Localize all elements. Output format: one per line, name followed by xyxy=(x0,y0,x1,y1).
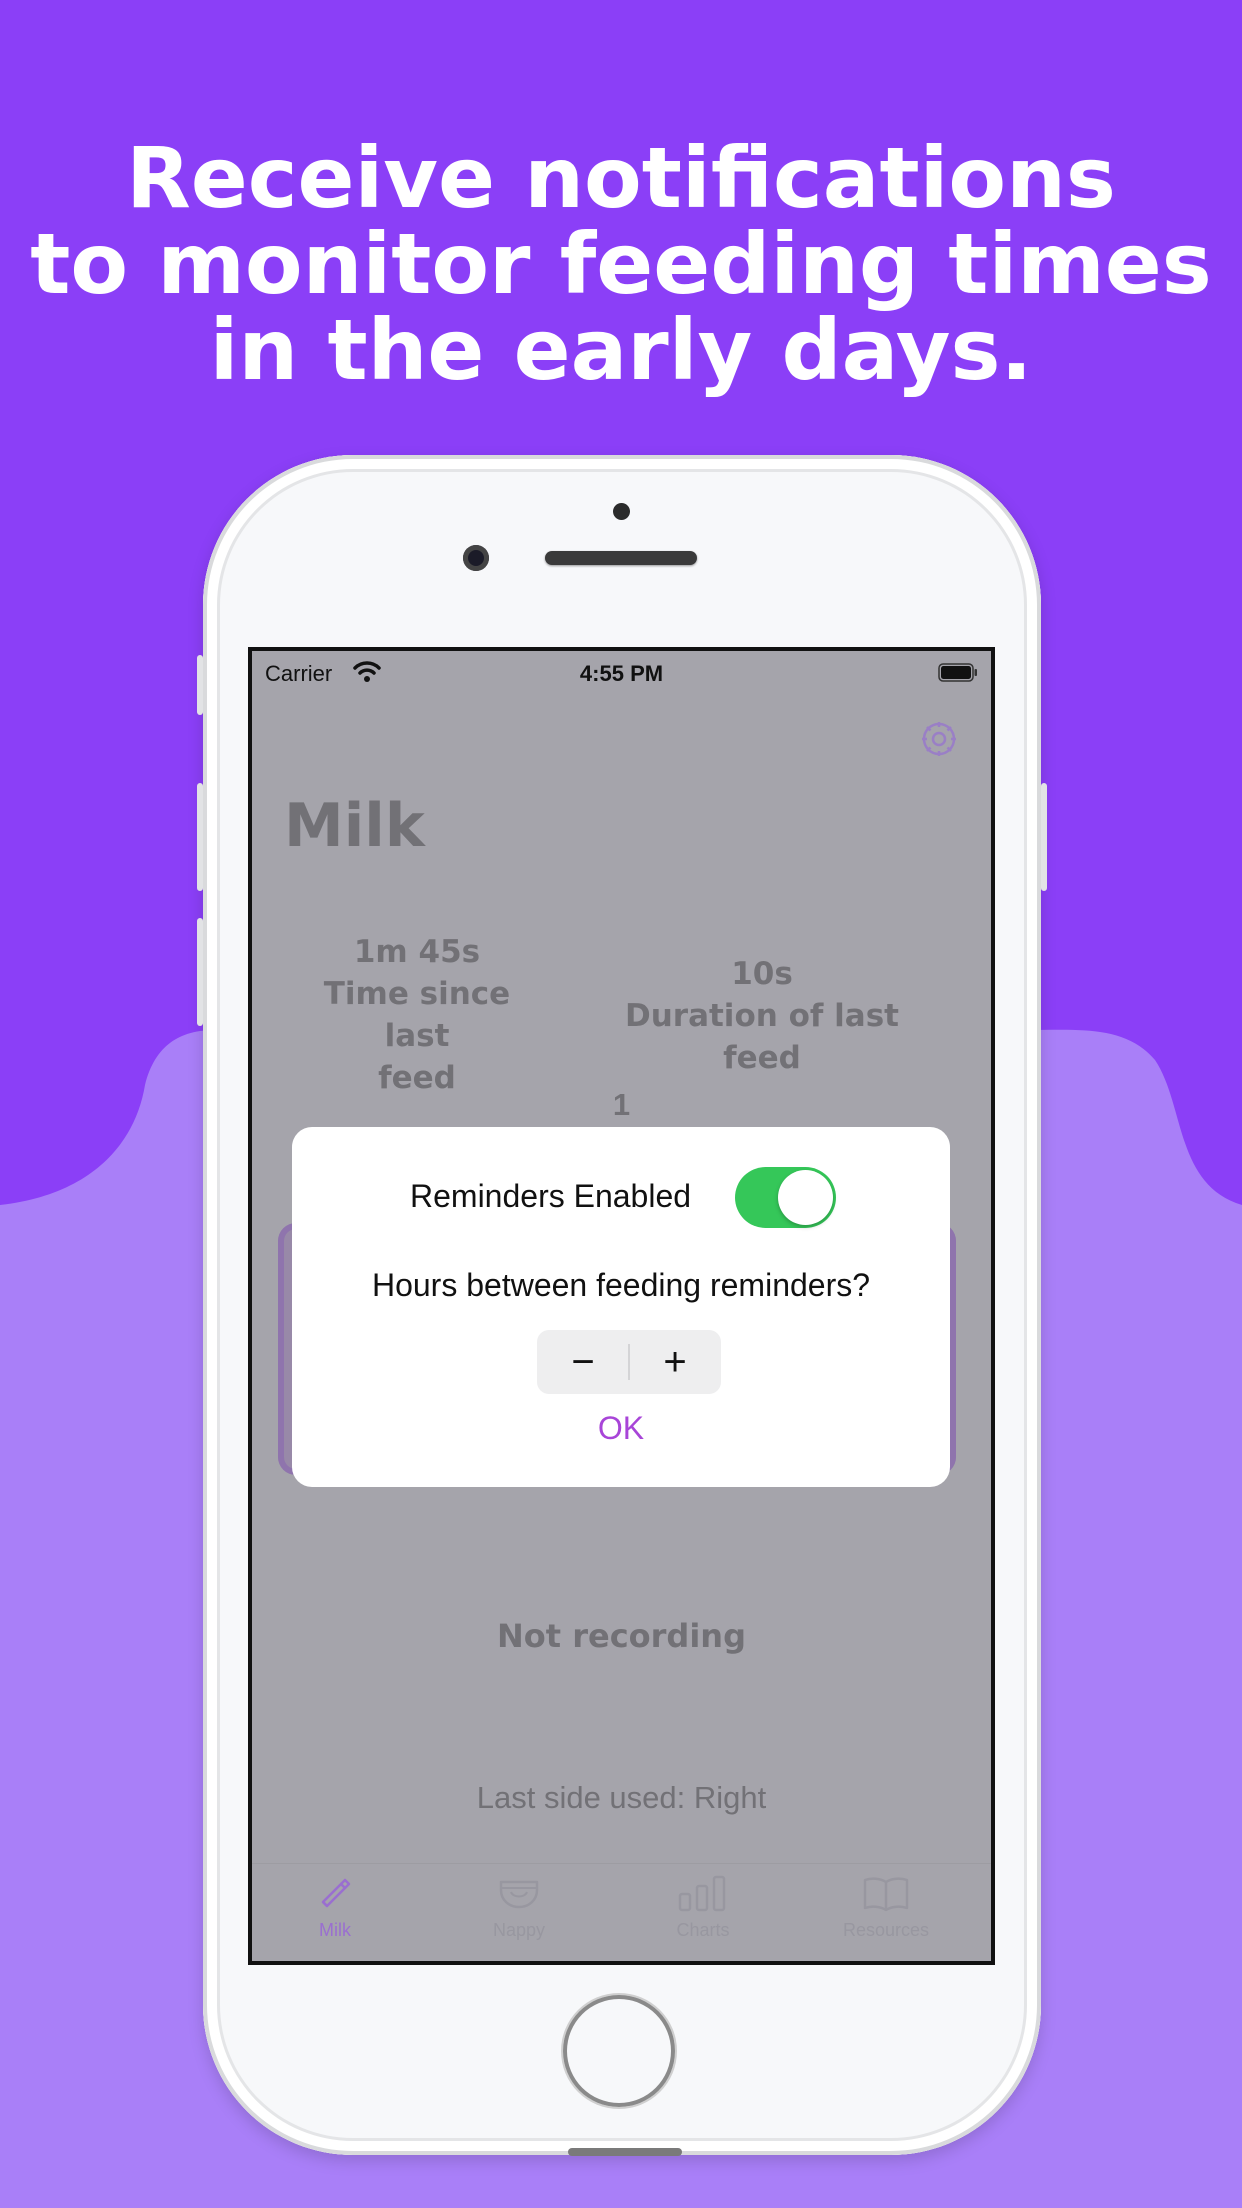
front-camera xyxy=(463,545,489,571)
phone-bottom-edge xyxy=(568,2148,682,2156)
bottle-icon xyxy=(321,1878,351,1908)
tab-charts-label: Charts xyxy=(676,1920,730,1940)
time-since-last-feed: 1m 45s Time since last feed xyxy=(297,931,537,1099)
last-side-used: Last side used: Right xyxy=(476,1780,767,1815)
toggle-knob xyxy=(778,1170,833,1225)
headline: Receive notifications to monitor feeding… xyxy=(0,135,1242,393)
tab-milk-label: Milk xyxy=(319,1920,351,1940)
time-since-label-line-1: Time since last xyxy=(323,976,511,1054)
headline-line-2: to monitor feeding times xyxy=(30,215,1212,313)
side-button-power xyxy=(1041,783,1047,891)
duration-value: 10s xyxy=(731,956,793,992)
side-button-mute xyxy=(197,655,203,715)
side-button-volume-up xyxy=(197,783,203,891)
feed-count: 1 xyxy=(612,1087,631,1122)
stepper-decrement-button[interactable]: − xyxy=(537,1330,629,1394)
tab-resources[interactable]: Resources xyxy=(796,1874,976,1941)
reminders-dialog: Reminders Enabled Hours between feeding … xyxy=(292,1127,950,1487)
status-bar: Carrier 4:55 PM xyxy=(252,651,991,691)
earpiece-speaker xyxy=(545,551,697,565)
time-since-value: 1m 45s xyxy=(353,934,481,970)
tab-nappy-label: Nappy xyxy=(492,1920,546,1940)
stepper-increment-button[interactable]: + xyxy=(629,1330,721,1394)
duration-label: Duration of last feed xyxy=(624,998,899,1076)
settings-gear-icon[interactable] xyxy=(919,719,959,759)
reminders-enabled-label: Reminders Enabled xyxy=(410,1178,692,1214)
proximity-sensor xyxy=(613,503,630,520)
battery-icon xyxy=(938,663,977,682)
tab-milk[interactable]: Milk xyxy=(252,1874,425,1941)
tab-resources-label: Resources xyxy=(842,1920,930,1940)
status-time: 4:55 PM xyxy=(579,661,664,686)
tab-charts[interactable]: Charts xyxy=(613,1874,793,1941)
nappy-icon xyxy=(499,1880,539,1909)
headline-line-1: Receive notifications xyxy=(126,129,1116,227)
hours-stepper: − + xyxy=(537,1330,721,1394)
side-button-volume-down xyxy=(197,918,203,1026)
tab-nappy[interactable]: Nappy xyxy=(429,1874,609,1941)
ok-button[interactable]: OK xyxy=(292,1410,950,1447)
hours-between-reminders-label: Hours between feeding reminders? xyxy=(371,1267,871,1303)
duration-of-last-feed: 10s Duration of last feed xyxy=(582,953,942,1079)
tab-bar: Milk Nappy Charts Resources xyxy=(252,1863,991,1961)
bar-chart-icon xyxy=(678,1875,726,1912)
page-title: Milk xyxy=(284,791,425,861)
reminders-toggle[interactable] xyxy=(735,1167,836,1228)
recording-status: Not recording xyxy=(497,1617,746,1655)
home-button[interactable] xyxy=(563,1995,675,2107)
book-icon xyxy=(863,1877,909,1912)
headline-line-3: in the early days. xyxy=(209,301,1033,399)
